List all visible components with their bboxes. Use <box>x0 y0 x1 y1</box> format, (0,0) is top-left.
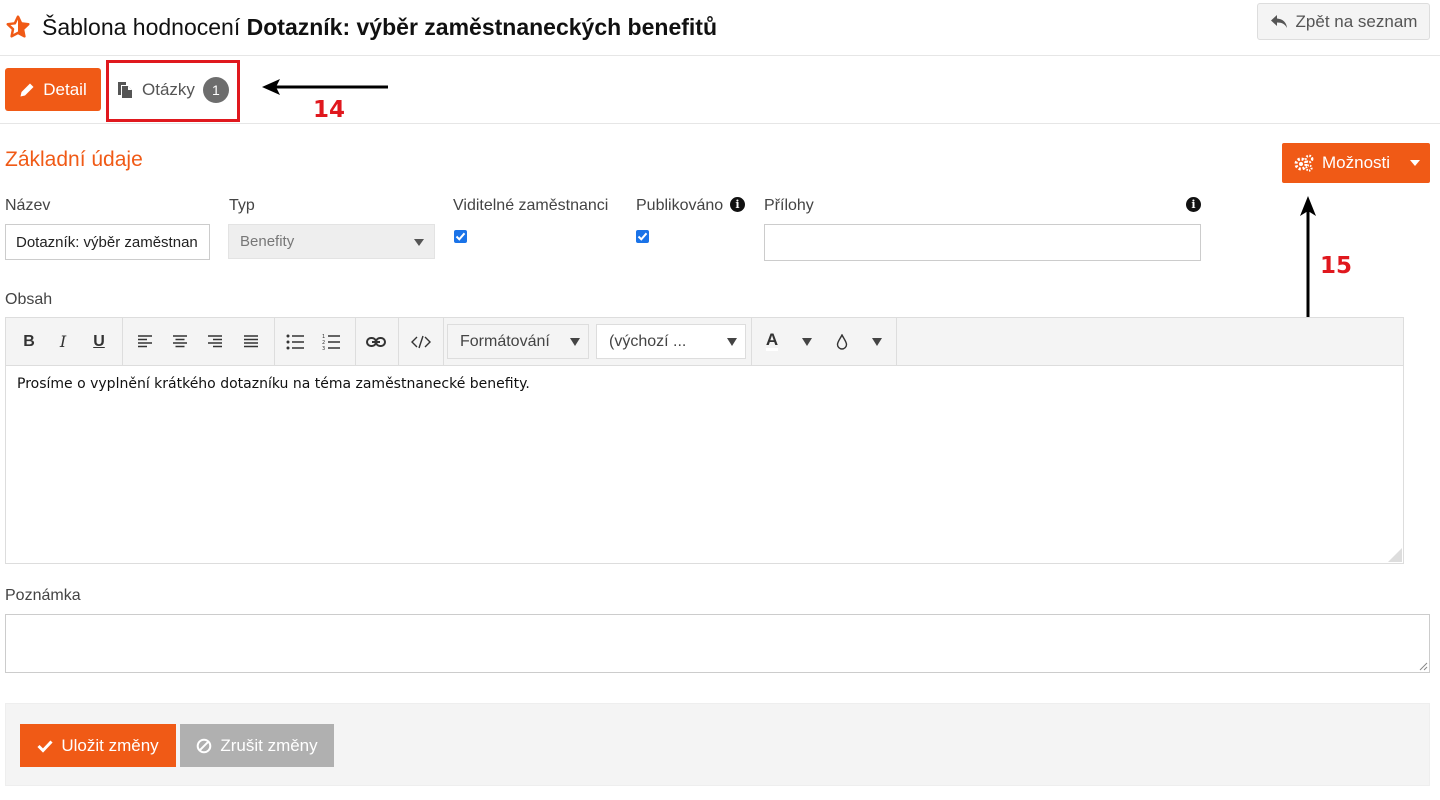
editor-toolbar: B I U 123 Formátování (výchozí ... A <box>6 318 1403 366</box>
bullet-list-icon <box>286 334 304 349</box>
tab-bar: Detail Otázky 1 14 <box>0 56 1440 124</box>
name-label: Název <box>5 197 51 214</box>
dropdown-arrow-icon <box>727 338 737 346</box>
save-label: Uložit změny <box>61 735 159 755</box>
title-name: Dotazník: výběr zaměstnaneckých benefitů <box>246 14 717 40</box>
annotation-arrow-15 <box>1300 196 1316 326</box>
highlight-box-questions <box>106 60 240 122</box>
type-select[interactable]: Benefity <box>228 224 435 259</box>
background-color-dropdown[interactable] <box>860 318 894 365</box>
align-left-button[interactable] <box>128 318 162 365</box>
options-button[interactable]: Možnosti <box>1282 143 1430 183</box>
font-color-button[interactable]: A <box>755 318 789 365</box>
back-to-list-button[interactable]: Zpět na seznam <box>1257 3 1430 40</box>
tab-detail[interactable]: Detail <box>5 68 101 111</box>
back-label: Zpět na seznam <box>1295 11 1418 31</box>
justify-icon <box>244 334 258 347</box>
page-title: Šablona hodnocení Dotazník: výběr zaměst… <box>42 14 717 41</box>
options-label: Možnosti <box>1322 153 1391 172</box>
justify-button[interactable] <box>234 318 268 365</box>
attachments-label: Přílohy <box>764 197 814 214</box>
pencil-icon <box>20 83 34 96</box>
gears-icon <box>1294 154 1314 172</box>
italic-button[interactable]: I <box>46 318 80 365</box>
align-left-icon <box>138 334 152 347</box>
align-center-button[interactable] <box>163 318 197 365</box>
check-icon <box>455 232 466 241</box>
info-icon[interactable]: i <box>730 197 745 212</box>
attachments-input[interactable] <box>764 224 1201 261</box>
dropdown-arrow-icon <box>414 239 424 246</box>
note-textarea[interactable] <box>5 614 1430 673</box>
content-label: Obsah <box>5 291 53 308</box>
check-icon <box>37 739 53 753</box>
bullet-list-button[interactable] <box>278 318 312 365</box>
formatting-select-label: Formátování <box>460 332 550 350</box>
published-label: Publikováno <box>636 197 724 214</box>
title-prefix: Šablona hodnocení <box>42 14 241 40</box>
source-code-button[interactable] <box>404 318 438 365</box>
type-label: Typ <box>229 197 255 214</box>
align-right-icon <box>208 334 222 347</box>
link-icon <box>366 336 386 347</box>
code-icon <box>411 335 431 348</box>
resize-handle-icon[interactable] <box>1388 548 1402 562</box>
tab-detail-label: Detail <box>43 79 87 99</box>
font-color-icon: A <box>765 330 779 351</box>
font-select[interactable]: (výchozí ... <box>596 324 746 359</box>
note-label: Poznámka <box>5 587 81 604</box>
save-button[interactable]: Uložit změny <box>20 724 176 767</box>
cancel-label: Zrušit změny <box>220 735 318 755</box>
check-icon <box>637 232 648 241</box>
star-icon[interactable] <box>5 14 31 40</box>
toolbar-divider <box>751 318 752 365</box>
link-button[interactable] <box>359 318 393 365</box>
dropdown-arrow-icon <box>570 338 580 346</box>
droplet-icon <box>836 333 848 350</box>
visible-to-employees-label: Viditelné zaměstnanci <box>453 197 609 214</box>
numbered-list-button[interactable]: 123 <box>314 318 348 365</box>
caret-down-icon <box>802 338 812 346</box>
type-value: Benefity <box>240 233 295 250</box>
form-footer: Uložit změny Zrušit změny <box>5 703 1430 786</box>
toolbar-divider <box>443 318 444 365</box>
align-right-button[interactable] <box>198 318 232 365</box>
name-input[interactable]: Dotazník: výběr zaměstnan <box>5 224 210 260</box>
font-color-dropdown[interactable] <box>790 318 824 365</box>
svg-text:3: 3 <box>322 346 325 351</box>
published-checkbox[interactable] <box>636 230 649 243</box>
toolbar-divider <box>274 318 275 365</box>
rich-text-editor: B I U 123 Formátování (výchozí ... A Pro… <box>5 317 1404 564</box>
numbered-list-icon: 123 <box>322 334 340 351</box>
reply-icon <box>1270 14 1287 28</box>
align-center-icon <box>173 334 187 347</box>
bold-button[interactable]: B <box>12 318 46 365</box>
resize-handle-icon[interactable] <box>1418 661 1428 671</box>
caret-down-icon <box>1410 160 1420 166</box>
section-title: Základní údaje <box>5 148 143 171</box>
annotation-marker-14: 14 <box>313 97 346 123</box>
visible-to-employees-checkbox[interactable] <box>454 230 467 243</box>
formatting-select[interactable]: Formátování <box>447 324 589 359</box>
editor-content[interactable]: Prosíme o vyplnění krátkého dotazníku na… <box>17 376 530 392</box>
toolbar-divider <box>896 318 897 365</box>
toolbar-divider <box>398 318 399 365</box>
attachments-info-icon[interactable]: i <box>1186 197 1201 212</box>
cancel-button[interactable]: Zrušit změny <box>180 724 334 767</box>
caret-down-icon <box>872 338 882 346</box>
background-color-button[interactable] <box>825 318 859 365</box>
toolbar-divider <box>122 318 123 365</box>
ban-icon <box>197 738 212 753</box>
annotation-marker-15: 15 <box>1320 253 1353 279</box>
font-select-label: (výchozí ... <box>609 332 687 350</box>
underline-button[interactable]: U <box>82 318 116 365</box>
page-header: Šablona hodnocení Dotazník: výběr zaměst… <box>0 0 1440 56</box>
toolbar-divider <box>355 318 356 365</box>
